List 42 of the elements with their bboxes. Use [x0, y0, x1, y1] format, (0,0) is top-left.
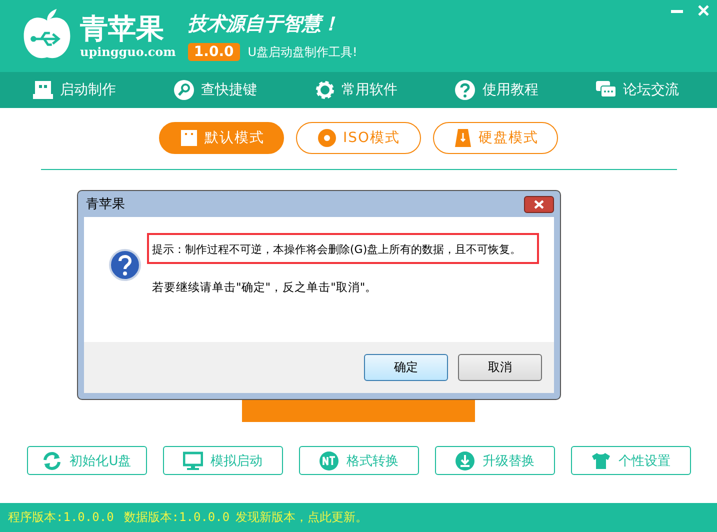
tagline-text: U盘启动盘制作工具! [248, 44, 358, 60]
disc-icon [316, 128, 337, 148]
nav-item[interactable]: 使用教程 [454, 79, 538, 101]
download-icon [454, 450, 474, 470]
tool-button[interactable]: 模拟启动 [162, 446, 282, 475]
mode-tab[interactable]: 默认模式 [159, 122, 284, 154]
dialog-title: 青苹果 [86, 196, 125, 213]
t-shirt-icon [590, 450, 610, 470]
refresh-icon [42, 450, 62, 470]
domain-text: upingguo.com [80, 45, 176, 59]
dialog-message: 若要继续请单击"确定"，反之单击"取消"。 [152, 280, 378, 295]
usb-drive-icon [32, 79, 54, 101]
dialog-button[interactable]: 取消 [458, 354, 542, 381]
slogan-text: 技术源自于智慧！ [188, 12, 341, 37]
nt-badge-icon [318, 450, 338, 470]
gear-icon [314, 79, 336, 101]
tool-button[interactable]: 个性设置 [570, 446, 690, 475]
version-badge: 1.0.0 [188, 43, 240, 61]
search-icon [172, 79, 195, 101]
nav-item[interactable]: 常用软件 [314, 79, 398, 101]
tool-button[interactable]: 格式转换 [298, 446, 418, 475]
usb-drive-icon [178, 128, 198, 148]
close-icon[interactable] [698, 5, 709, 16]
nav-item[interactable]: 论坛交流 [595, 79, 679, 101]
mode-tab[interactable]: ISO模式 [296, 122, 421, 154]
nav-item[interactable]: 查快捷键 [172, 79, 257, 101]
mode-tab[interactable]: 硬盘模式 [433, 122, 558, 154]
tool-button[interactable]: 升级替换 [434, 446, 554, 475]
update-link[interactable]: 发现新版本，点此更新。 [236, 509, 368, 526]
close-icon [534, 200, 544, 208]
nav-item[interactable]: 启动制作 [32, 79, 116, 101]
warning-message: 提示：制作过程不可逆，本操作将会删除(G)盘上所有的数据，且不可恢复。 [147, 233, 539, 264]
data-version-text: 数据版本:1.0.0.0 [124, 509, 230, 526]
tool-button[interactable]: 初始化U盘 [26, 446, 146, 475]
close-button[interactable] [524, 196, 554, 212]
start-button[interactable] [242, 400, 475, 422]
help-icon [454, 79, 476, 101]
dialog-button[interactable]: 确定 [364, 354, 448, 381]
help-icon [109, 249, 141, 281]
logo-text: 青苹果 [80, 13, 165, 45]
monitor-icon [182, 450, 202, 470]
program-version-text: 程序版本:1.0.0.0 [8, 509, 114, 526]
